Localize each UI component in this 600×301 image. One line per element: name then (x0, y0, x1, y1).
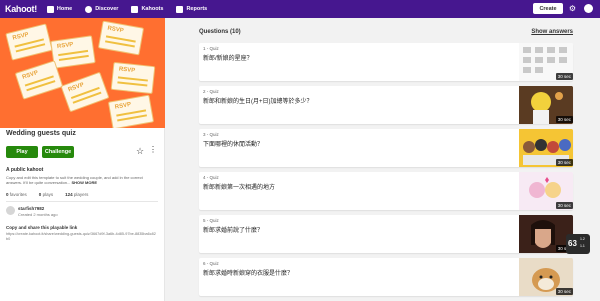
question-text: 新郎和新娘的生日(月+日)加總等於多少？ (203, 99, 313, 105)
kahoot-title: Wedding guests quiz (6, 130, 76, 137)
cover-image: RSVP RSVP RSVP RSVP RSVP RSVP RSVP (0, 18, 165, 128)
visibility-label: A public kahoot (6, 167, 44, 173)
main-nav: Home Discover Kahoots Reports (46, 5, 220, 13)
time-limit-badge: 30 sec (555, 202, 573, 209)
play-button[interactable]: Play (6, 146, 38, 158)
question-text: 新郎求婚前說了什麼？ (203, 228, 264, 234)
share-title: Copy and share this playable link (6, 225, 78, 230)
time-limit-badge: 30 sec (555, 159, 573, 166)
kahoot-description: Copy and edit this template to suit the … (6, 175, 143, 185)
nav-reports[interactable]: Reports (176, 5, 208, 13)
nav-kahoots-label: Kahoots (141, 6, 164, 12)
question-thumbnail: 30 sec (519, 172, 573, 210)
nav-discover-label: Discover (95, 6, 119, 12)
question-card[interactable]: 5 - Quiz 新郎求婚前說了什麼？ 30 sec (199, 215, 573, 253)
gear-icon[interactable]: ⚙ (569, 4, 576, 13)
question-number: 2 - Quiz (203, 89, 219, 94)
creator-avatar (6, 206, 15, 215)
question-thumbnail: 30 sec (519, 129, 573, 167)
question-card[interactable]: 1 - Quiz 新郎/新娘的星座？ 30 sec (199, 43, 573, 81)
kahoot-logo[interactable]: Kahoot! (5, 4, 37, 14)
question-thumbnail: 30 sec (519, 86, 573, 124)
question-text: 新郎求婚時新娘穿的衣服是什麼？ (203, 271, 294, 277)
nav-home-label: Home (56, 6, 73, 12)
question-number: 4 - Quiz (203, 175, 219, 180)
nav-discover[interactable]: Discover (85, 5, 119, 13)
creator-name[interactable]: starfish7982 (18, 206, 44, 211)
question-text: 新郎/新娘的星座？ (203, 56, 253, 62)
rsvp-card: RSVP (97, 20, 145, 56)
zoom-value: 63 (568, 239, 577, 248)
time-limit-badge: 30 sec (555, 288, 573, 295)
kahoot-details-panel: RSVP RSVP RSVP RSVP RSVP RSVP RSVP Weddi… (0, 18, 165, 301)
question-number: 6 - Quiz (203, 261, 219, 266)
rsvp-card: RSVP (110, 61, 156, 95)
question-card[interactable]: 6 - Quiz 新郎求婚時新娘穿的衣服是什麼？ 30 sec (199, 258, 573, 296)
challenge-button[interactable]: Challenge (42, 146, 74, 158)
rsvp-card: RSVP (60, 71, 110, 113)
question-thumbnail: 30 sec (519, 258, 573, 296)
question-thumbnail: 30 sec (519, 43, 573, 81)
user-avatar[interactable] (584, 4, 593, 13)
players-stat: 124 players (65, 192, 89, 197)
nav-home[interactable]: Home (46, 5, 73, 13)
rsvp-card: RSVP (5, 23, 53, 61)
more-options-icon[interactable]: ⋮ (149, 145, 157, 155)
question-text: 下面哪裡的休閒活動？ (203, 142, 264, 148)
time-limit-badge: 30 sec (555, 116, 573, 123)
zoom-sub-value-2: 1.1 (580, 244, 585, 248)
rsvp-card: RSVP (14, 60, 64, 100)
favorites-stat: 0 favorites (6, 192, 27, 197)
grid-icon (131, 5, 139, 13)
top-navigation-bar: Kahoot! Home Discover Kahoots Reports Cr… (0, 0, 600, 18)
share-link[interactable]: https://create.kahoot.it/share/wedding-g… (6, 232, 156, 242)
question-card[interactable]: 3 - Quiz 下面哪裡的休閒活動？ 30 sec (199, 129, 573, 167)
zoom-widget[interactable]: 63 1.2 1.1 (566, 234, 590, 254)
nav-kahoots[interactable]: Kahoots (131, 5, 164, 13)
created-date: Created 2 months ago (18, 212, 58, 217)
question-number: 3 - Quiz (203, 132, 219, 137)
question-card[interactable]: 2 - Quiz 新郎和新娘的生日(月+日)加總等於多少？ 30 sec (199, 86, 573, 124)
chart-icon (176, 5, 184, 13)
nav-reports-label: Reports (186, 6, 208, 12)
plays-stat: 0 plays (38, 192, 54, 197)
questions-header: Questions (10) (199, 29, 241, 35)
question-card[interactable]: 4 - Quiz 新郎新娘第一次相遇的地方 30 sec (199, 172, 573, 210)
show-answers-toggle[interactable]: Show answers (531, 29, 573, 35)
rsvp-card: RSVP (50, 35, 96, 69)
favorite-star-icon[interactable]: ☆ (136, 146, 144, 156)
question-number: 1 - Quiz (203, 46, 219, 51)
question-text: 新郎新娘第一次相遇的地方 (203, 185, 276, 191)
zoom-sub-value-1: 1.2 (580, 237, 585, 241)
compass-icon (85, 5, 93, 13)
rsvp-card: RSVP (107, 94, 155, 128)
create-button[interactable]: Create (533, 3, 563, 14)
question-thumbnail: 30 sec (519, 215, 573, 253)
question-number: 5 - Quiz (203, 218, 219, 223)
divider (6, 201, 158, 202)
home-icon (46, 5, 54, 13)
time-limit-badge: 30 sec (555, 73, 573, 80)
kahoot-stats: 0 favorites 0 plays 124 players (6, 192, 100, 197)
show-more-link[interactable]: SHOW MORE (71, 180, 97, 185)
